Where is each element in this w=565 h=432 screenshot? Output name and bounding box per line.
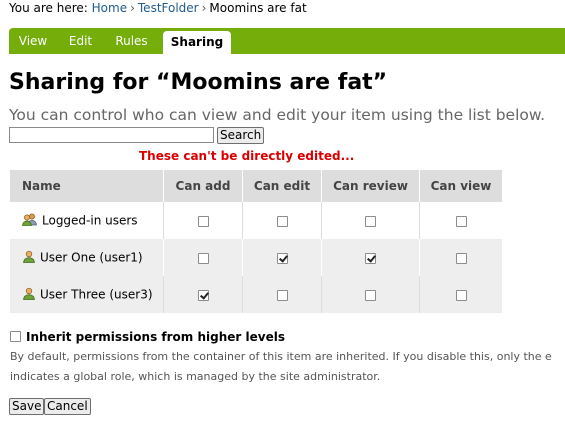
perm-cell: [321, 239, 420, 276]
column-header-name: Name: [10, 170, 164, 202]
perm-cell: [321, 202, 420, 239]
permissions-table: Name Can add Can edit Can review Can vie…: [10, 170, 502, 313]
column-header-can-view: Can view: [419, 170, 502, 202]
can-edit-checkbox[interactable]: [276, 252, 288, 264]
user-icon: [22, 250, 36, 266]
help-line: By default, permissions from the contain…: [10, 350, 552, 363]
can-view-checkbox[interactable]: [455, 289, 467, 301]
perm-cell: [419, 202, 502, 239]
breadcrumb-home-link[interactable]: Home: [92, 1, 127, 15]
inherit-permissions-row: Inherit permissions from higher levels: [10, 330, 285, 344]
tab-view[interactable]: View: [9, 28, 57, 54]
help-line: indicates a global role, which is manage…: [10, 370, 381, 383]
can-view-checkbox[interactable]: [455, 252, 467, 264]
breadcrumb-separator: ›: [130, 1, 135, 15]
can-add-checkbox[interactable]: [197, 289, 209, 301]
principal-name: Logged-in users: [42, 213, 138, 227]
inherit-permissions-checkbox[interactable]: [10, 331, 21, 342]
can-edit-checkbox[interactable]: [276, 215, 288, 227]
perm-cell: [163, 239, 243, 276]
can-review-checkbox[interactable]: [365, 252, 376, 264]
can-review-checkbox[interactable]: [365, 215, 376, 227]
tab-edit[interactable]: Edit: [57, 28, 104, 54]
inherit-help-text: By default, permissions from the contain…: [10, 347, 565, 387]
can-add-checkbox[interactable]: [197, 215, 209, 227]
can-edit-checkbox[interactable]: [276, 289, 288, 301]
perm-cell: [242, 202, 322, 239]
user-icon: [22, 287, 36, 303]
can-add-checkbox[interactable]: [197, 252, 209, 264]
principal-name: User One (user1): [40, 250, 143, 264]
breadcrumb-current: Moomins are fat: [209, 1, 307, 15]
content-tabs: View Edit Rules Sharing: [9, 28, 565, 54]
perm-cell: [163, 202, 243, 239]
can-view-checkbox[interactable]: [455, 215, 467, 227]
cancel-button[interactable]: Cancel: [44, 398, 91, 415]
page-title: Sharing for “Moomins are fat”: [9, 70, 388, 95]
readonly-notice: These can't be directly edited...: [139, 149, 355, 163]
perm-cell: [242, 239, 322, 276]
table-row: User Three (user3): [10, 276, 502, 313]
table-row: Logged-in users: [10, 202, 502, 239]
perm-cell: [419, 239, 502, 276]
perm-cell: [419, 276, 502, 313]
sharing-page: You are here: Home › TestFolder › Moomins ar…: [0, 0, 565, 432]
page-description: You can control who can view and edit yo…: [9, 106, 546, 124]
breadcrumb-prefix: You are here:: [9, 1, 88, 15]
column-header-can-add: Can add: [163, 170, 243, 202]
can-review-checkbox[interactable]: [365, 289, 376, 301]
breadcrumb-separator: ›: [201, 1, 207, 15]
principal-cell: User Three (user3): [10, 276, 164, 313]
principal-name: User Three (user3): [40, 287, 153, 301]
principal-cell: User One (user1): [10, 239, 164, 276]
search-button[interactable]: Search: [217, 127, 265, 144]
breadcrumb-folder-link[interactable]: TestFolder: [138, 1, 199, 15]
perm-cell: [163, 276, 243, 313]
tab-rules[interactable]: Rules: [104, 28, 159, 54]
principal-cell: Logged-in users: [10, 202, 164, 239]
group-icon: [22, 213, 38, 229]
column-header-can-edit: Can edit: [242, 170, 322, 202]
inherit-permissions-label[interactable]: Inherit permissions from higher levels: [26, 330, 285, 344]
save-button[interactable]: Save: [9, 398, 45, 415]
breadcrumb: You are here: Home › TestFolder › Moomins ar…: [9, 0, 307, 16]
search-input[interactable]: [9, 127, 214, 143]
perm-cell: [321, 276, 420, 313]
table-header-row: Name Can add Can edit Can review Can vie…: [10, 170, 502, 202]
column-header-can-review: Can review: [321, 170, 420, 202]
tab-sharing[interactable]: Sharing: [163, 31, 231, 54]
perm-cell: [242, 276, 322, 313]
table-row: User One (user1): [10, 239, 502, 276]
